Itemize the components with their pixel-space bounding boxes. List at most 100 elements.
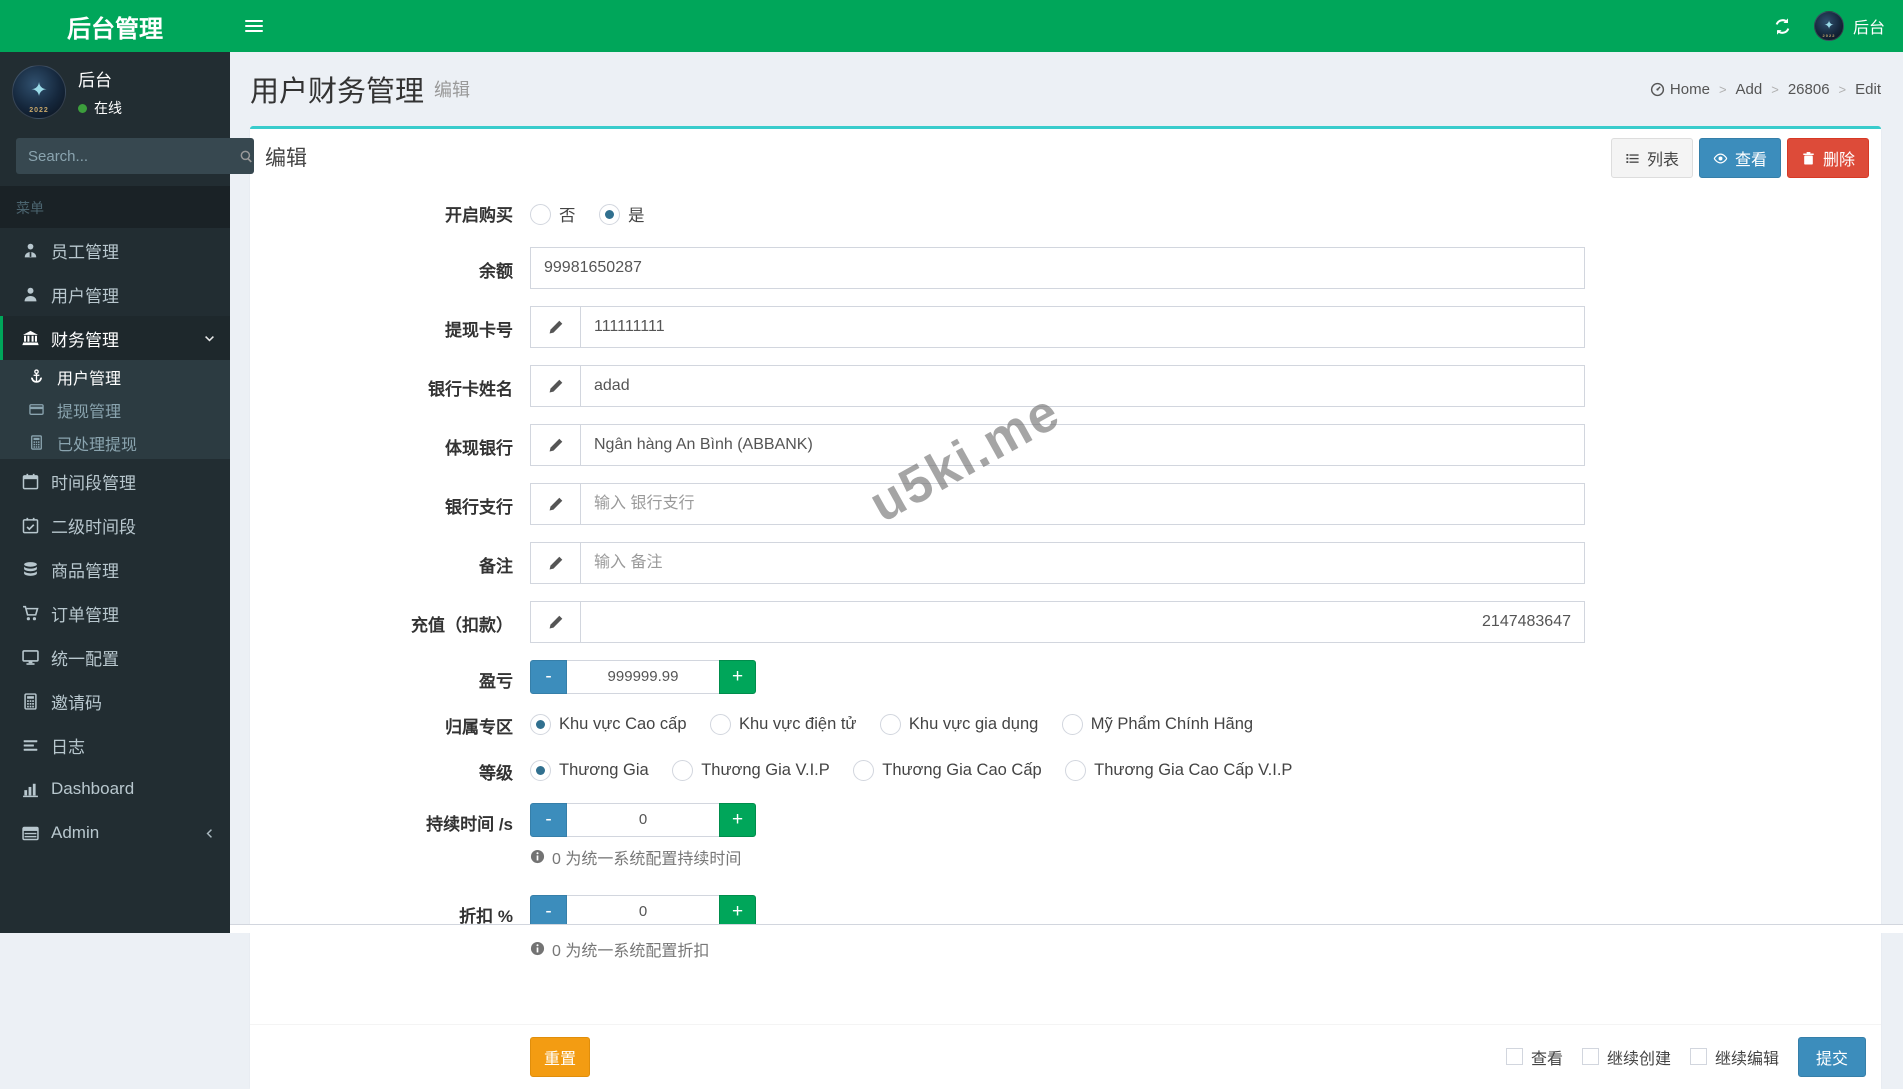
table-icon bbox=[20, 825, 40, 842]
trash-icon bbox=[1801, 151, 1816, 166]
sidebar-toggle-button[interactable] bbox=[230, 0, 278, 52]
breadcrumb: Home > Add > 26806 > Edit bbox=[1650, 81, 1881, 98]
field-purchase-toggle: 开启购买 否 是 bbox=[265, 199, 1866, 230]
radio-icon bbox=[879, 713, 901, 735]
finance-submenu: 用户管理 提现管理 已处理提现 bbox=[0, 360, 230, 459]
sidebar-item-dashboard[interactable]: Dashboard bbox=[0, 767, 230, 811]
plus-button[interactable]: + bbox=[719, 659, 756, 694]
checkbox-view[interactable]: 查看 bbox=[1505, 1045, 1563, 1069]
radio-level-3[interactable]: Thương Gia Cao Cấp V.I.P bbox=[1065, 759, 1292, 781]
profit-stepper: - + bbox=[530, 659, 756, 694]
plus-button[interactable]: + bbox=[719, 802, 756, 837]
sidebar-menu: 员工管理 用户管理 财务管理 用户管理 提现管理 已处理提现 时间段管理 二级时… bbox=[0, 228, 230, 855]
duration-input[interactable] bbox=[567, 802, 719, 837]
page-bottom-strip bbox=[230, 924, 1903, 933]
delete-button[interactable]: 删除 bbox=[1786, 138, 1869, 178]
breadcrumb-id[interactable]: 26806 bbox=[1788, 81, 1830, 98]
sidebar-item-invite-code[interactable]: 邀请码 bbox=[0, 679, 230, 723]
sidebar-item-time-period[interactable]: 时间段管理 bbox=[0, 459, 230, 503]
minus-button[interactable]: - bbox=[530, 802, 567, 837]
search-button[interactable] bbox=[239, 138, 254, 174]
field-level: 等级 Thương Gia Thương Gia V.I.P Thương Gi… bbox=[479, 759, 1293, 783]
radio-checked-icon bbox=[598, 203, 620, 225]
field-remark: 备注 bbox=[265, 541, 1866, 584]
online-dot bbox=[78, 103, 87, 113]
radio-zone-3[interactable]: Mỹ Phẩm Chính Hãng bbox=[1061, 713, 1253, 735]
sidebar-item-unified-config[interactable]: 统一配置 bbox=[0, 635, 230, 679]
brand-logo[interactable]: 后台管理 bbox=[0, 0, 230, 52]
navbar-username: 后台 bbox=[1852, 20, 1885, 37]
sidebar-subitem-processed-withdrawals[interactable]: 已处理提现 bbox=[0, 426, 230, 459]
field-balance: 余额 bbox=[265, 246, 1866, 289]
checkbox-continue-create[interactable]: 继续创建 bbox=[1581, 1045, 1671, 1069]
desktop-icon bbox=[20, 649, 40, 666]
checkbox-icon bbox=[1689, 1048, 1707, 1065]
sidebar-user-panel: ✦ 2022 后台 在线 bbox=[0, 52, 230, 132]
card-name-input[interactable] bbox=[580, 364, 1585, 407]
menu-header: 菜单 bbox=[0, 186, 230, 228]
checkbox-icon bbox=[1505, 1048, 1523, 1065]
user-menu[interactable]: ✦ 2022 后台 bbox=[1806, 0, 1903, 52]
radio-level-2[interactable]: Thương Gia Cao Cấp bbox=[853, 759, 1042, 781]
radio-zone-0[interactable]: Khu vực Cao cấp bbox=[530, 713, 687, 735]
field-card-name: 银行卡姓名 bbox=[265, 364, 1866, 407]
sidebar-item-staff-management[interactable]: 员工管理 bbox=[0, 228, 230, 272]
bank-input[interactable] bbox=[580, 423, 1585, 466]
radio-checked-icon bbox=[530, 759, 551, 781]
sidebar-item-product-management[interactable]: 商品管理 bbox=[0, 547, 230, 591]
list-button[interactable]: 列表 bbox=[1610, 138, 1693, 178]
refresh-icon bbox=[1773, 17, 1792, 36]
card-number-input[interactable] bbox=[580, 305, 1585, 348]
radio-zone-2[interactable]: Khu vực gia dụng bbox=[879, 713, 1038, 735]
radio-zone-1[interactable]: Khu vực điện tử bbox=[709, 713, 856, 735]
online-status[interactable]: 在线 bbox=[78, 98, 122, 118]
radio-level-1[interactable]: Thương Gia V.I.P bbox=[672, 759, 830, 781]
field-profit: 盈亏 - + bbox=[265, 659, 1866, 694]
view-button[interactable]: 查看 bbox=[1698, 138, 1781, 178]
checkbox-continue-edit[interactable]: 继续编辑 bbox=[1689, 1045, 1779, 1069]
sidebar-item-secondary-time-period[interactable]: 二级时间段 bbox=[0, 503, 230, 547]
field-duration: 持续时间 /s - + 0 为统一系统配置持续时间 bbox=[265, 802, 1866, 869]
remark-input[interactable] bbox=[580, 541, 1585, 584]
main-content: 用户财务管理 编辑 Home > Add > 26806 > Edit 编辑 列… bbox=[230, 52, 1903, 1089]
balance-input[interactable] bbox=[530, 246, 1585, 289]
refresh-button[interactable] bbox=[1760, 0, 1806, 52]
credit-card-icon bbox=[26, 402, 46, 417]
sidebar-item-order-management[interactable]: 订单管理 bbox=[0, 591, 230, 635]
sidebar-item-admin[interactable]: Admin bbox=[0, 811, 230, 855]
radio-purchase-yes[interactable]: 是 bbox=[598, 202, 644, 226]
panel-title: 编辑 bbox=[265, 147, 307, 170]
bar-chart-icon bbox=[20, 781, 40, 798]
breadcrumb-add[interactable]: Add bbox=[1736, 81, 1763, 98]
radio-purchase-no[interactable]: 否 bbox=[530, 202, 576, 226]
calendar-icon bbox=[20, 473, 40, 490]
avatar: ✦ 2022 bbox=[12, 65, 66, 119]
breadcrumb-home[interactable]: Home bbox=[1650, 81, 1710, 98]
calendar-check-icon bbox=[20, 517, 40, 534]
sidebar-subitem-withdraw-management[interactable]: 提现管理 bbox=[0, 393, 230, 426]
sidebar-subitem-user-finance[interactable]: 用户管理 bbox=[0, 360, 230, 393]
field-bank: 体现银行 bbox=[265, 423, 1866, 466]
sidebar-item-finance-management[interactable]: 财务管理 bbox=[0, 316, 230, 360]
branch-input[interactable] bbox=[580, 482, 1585, 525]
sidebar-username: 后台 bbox=[78, 71, 112, 90]
recharge-input[interactable] bbox=[580, 600, 1585, 643]
submit-button[interactable]: 提交 bbox=[1797, 1036, 1866, 1077]
minus-button[interactable]: - bbox=[530, 659, 567, 694]
field-branch: 银行支行 bbox=[265, 482, 1866, 525]
sidebar-item-user-management[interactable]: 用户管理 bbox=[0, 272, 230, 316]
sidebar-item-logs[interactable]: 日志 bbox=[0, 723, 230, 767]
search-input[interactable] bbox=[16, 138, 239, 174]
radio-icon bbox=[530, 203, 551, 225]
field-zone: 归属专区 Khu vực Cao cấp Khu vực điện tử Khu… bbox=[445, 713, 1254, 737]
dashboard-gauge-icon bbox=[1650, 82, 1665, 97]
info-icon bbox=[530, 941, 545, 956]
radio-level-0[interactable]: Thương Gia bbox=[530, 759, 649, 781]
calculator-icon bbox=[26, 435, 46, 450]
page-subtitle: 编辑 bbox=[434, 80, 471, 100]
info-icon bbox=[530, 849, 545, 864]
reset-button[interactable]: 重置 bbox=[530, 1036, 591, 1077]
profit-input[interactable] bbox=[567, 659, 719, 694]
user-tie-icon bbox=[20, 242, 40, 259]
radio-icon bbox=[1061, 713, 1083, 735]
